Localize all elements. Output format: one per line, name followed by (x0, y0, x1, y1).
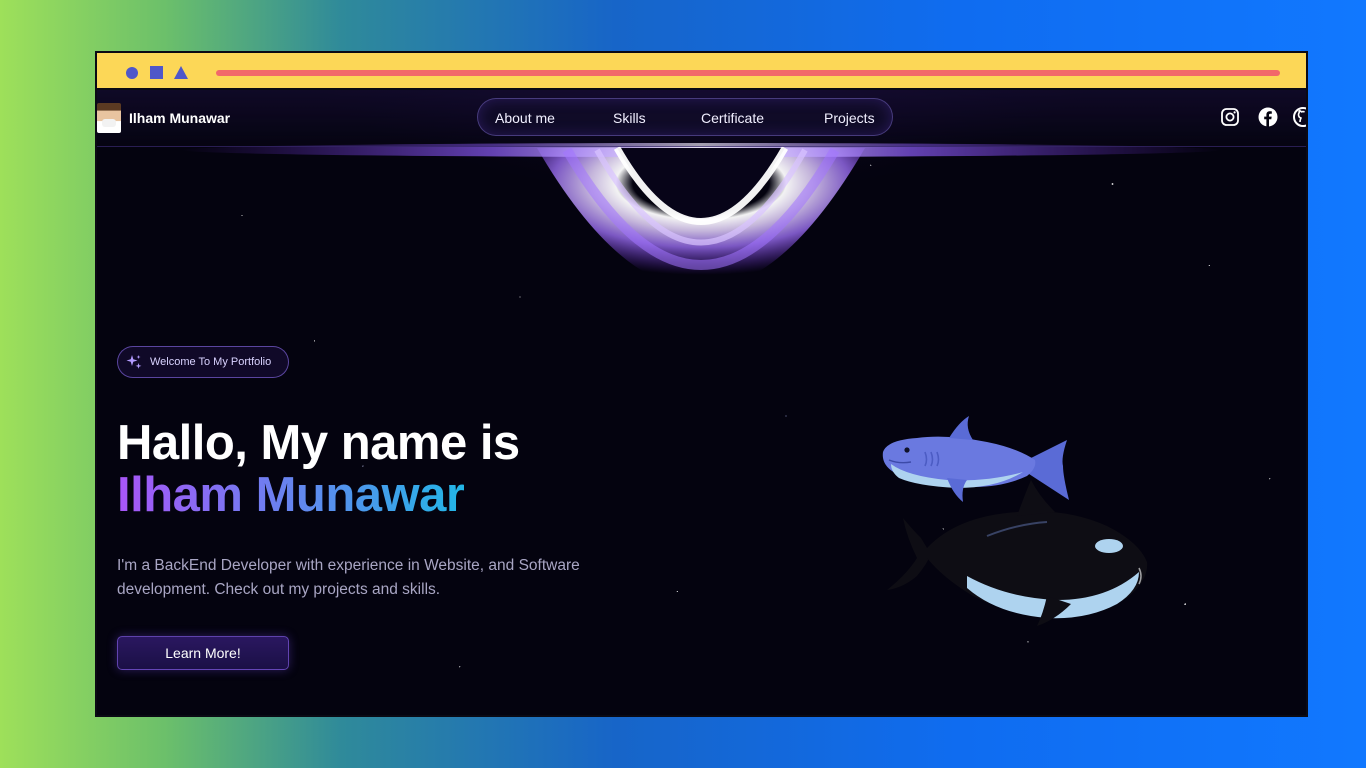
hero-title-line-1: Hallo, My name is (117, 416, 520, 470)
avatar-mask (102, 119, 116, 127)
brand-name: Ilham Munawar (129, 110, 231, 126)
square-shape-icon (150, 66, 163, 79)
browser-frame: Ilham Munawar About me Skills Certificat… (95, 51, 1308, 717)
orca-illustration (887, 480, 1148, 626)
learn-more-button[interactable]: Learn More! (117, 636, 289, 670)
top-navigation: Ilham Munawar About me Skills Certificat… (97, 90, 1306, 147)
welcome-badge: Welcome To My Portfolio (117, 346, 289, 378)
nav-menu: About me Skills Certificate Projects (477, 98, 893, 136)
page-viewport: Ilham Munawar About me Skills Certificat… (97, 90, 1306, 715)
browser-title-bar (97, 53, 1306, 90)
sparkles-icon (126, 355, 142, 369)
github-icon[interactable] (1293, 107, 1306, 127)
nav-link-about-me[interactable]: About me (495, 99, 555, 137)
welcome-badge-text: Welcome To My Portfolio (150, 356, 272, 368)
circle-shape-icon (126, 67, 138, 79)
facebook-icon[interactable] (1258, 107, 1278, 127)
nav-link-projects[interactable]: Projects (824, 99, 875, 137)
nav-link-certificate[interactable]: Certificate (701, 99, 764, 137)
hero-description: I'm a BackEnd Developer with experience … (117, 557, 580, 598)
address-bar (216, 70, 1280, 76)
shark-illustration (882, 416, 1069, 502)
avatar (97, 103, 121, 133)
nav-link-skills[interactable]: Skills (613, 99, 646, 137)
instagram-icon[interactable] (1220, 107, 1240, 127)
triangle-shape-icon (174, 66, 188, 79)
shark-and-orca-illustration (882, 416, 1148, 626)
hero-title-name: Ilham Munawar (117, 468, 465, 522)
brand[interactable]: Ilham Munawar (97, 102, 230, 134)
